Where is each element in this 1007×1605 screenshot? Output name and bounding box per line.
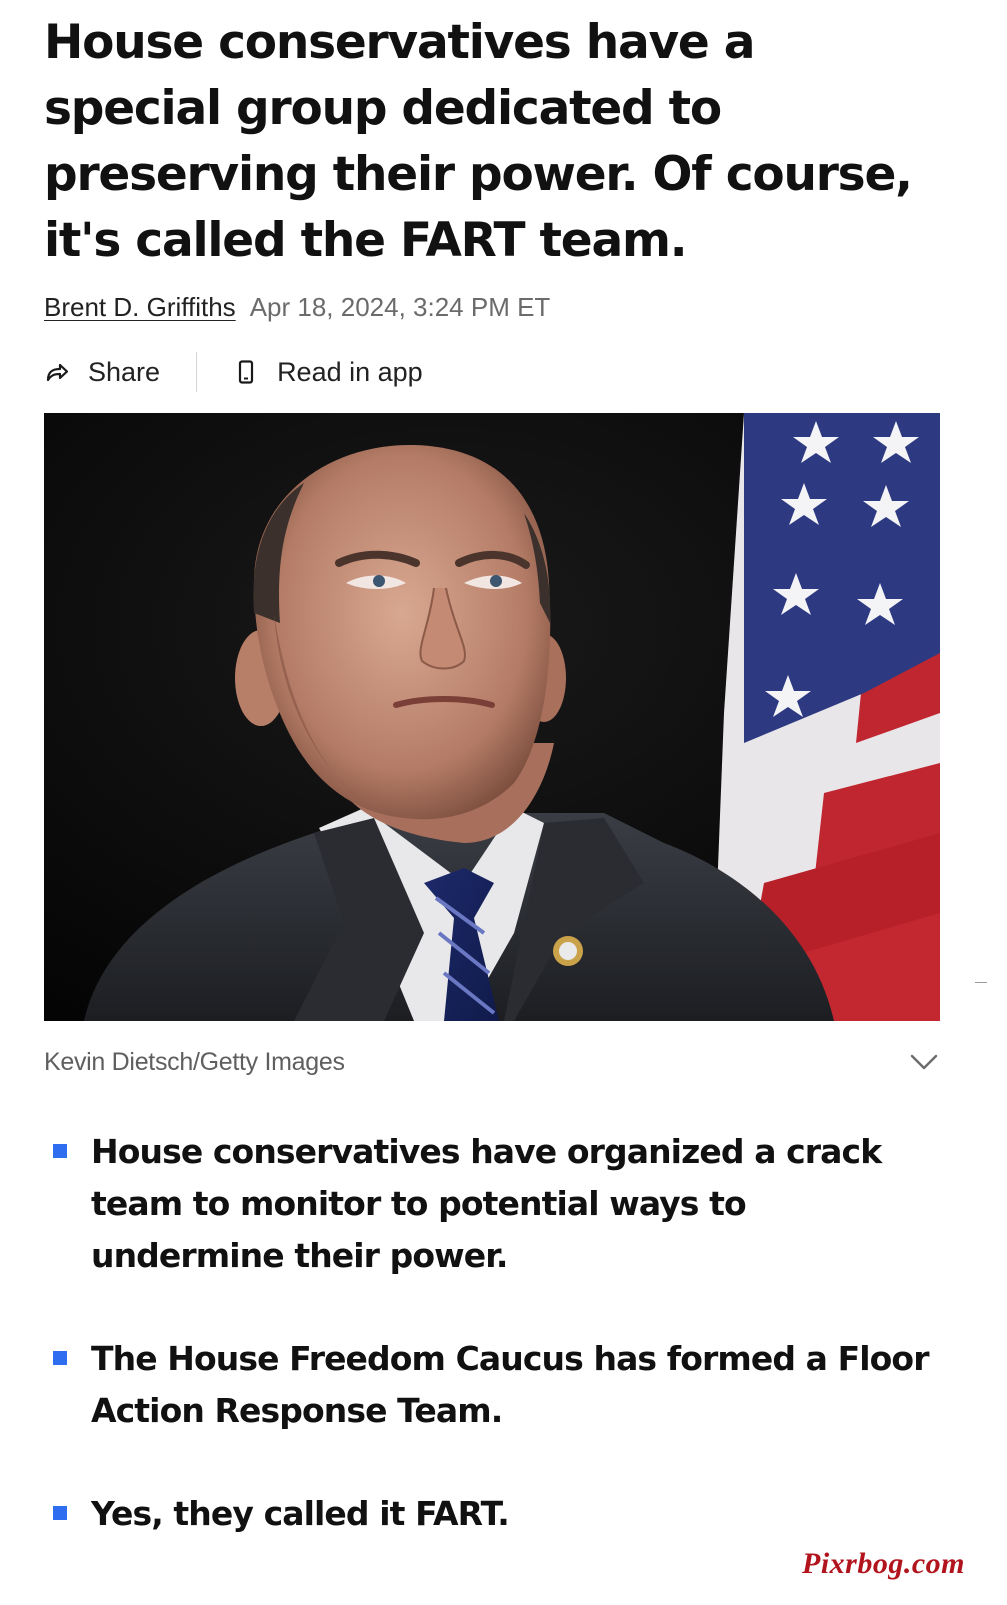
key-point: The House Freedom Caucus has formed a Fl… — [44, 1333, 940, 1437]
bullet-marker — [53, 1506, 67, 1520]
read-in-app-button[interactable]: Read in app — [233, 357, 423, 388]
publish-date: Apr 18, 2024, 3:24 PM ET — [249, 292, 551, 322]
caption-expand-button[interactable] — [908, 1046, 940, 1078]
key-point: Yes, they called it FART. — [44, 1488, 940, 1540]
photo-caption-row: Kevin Dietsch/Getty Images — [44, 1044, 940, 1080]
watermark: Pixrbog.com — [802, 1547, 965, 1580]
headline: House conservatives have a special group… — [44, 15, 913, 268]
read-in-app-label: Read in app — [277, 356, 423, 387]
bullet-marker — [53, 1144, 67, 1158]
scroll-edge-mark — [975, 982, 987, 983]
key-points-list: House conservatives have organized a cra… — [44, 1126, 940, 1591]
photo-credit: Kevin Dietsch/Getty Images — [44, 1047, 345, 1076]
chevron-down-icon — [910, 1054, 938, 1070]
byline: Brent D. Griffiths Apr 18, 2024, 3:24 PM … — [44, 290, 550, 324]
share-button[interactable]: Share — [44, 357, 160, 388]
action-divider — [196, 352, 198, 392]
lead-photo — [44, 413, 940, 1021]
key-point: House conservatives have organized a cra… — [44, 1126, 940, 1282]
share-label: Share — [88, 356, 161, 387]
key-point-text: The House Freedom Caucus has formed a Fl… — [91, 1339, 929, 1430]
article-actions: Share Read in app — [44, 350, 423, 394]
author-link[interactable]: Brent D. Griffiths — [44, 292, 236, 322]
phone-icon — [233, 359, 259, 385]
key-point-text: House conservatives have organized a cra… — [91, 1132, 882, 1275]
share-arrow-icon — [44, 359, 70, 385]
bullet-marker — [53, 1351, 67, 1365]
key-point-text: Yes, they called it FART. — [91, 1494, 510, 1533]
